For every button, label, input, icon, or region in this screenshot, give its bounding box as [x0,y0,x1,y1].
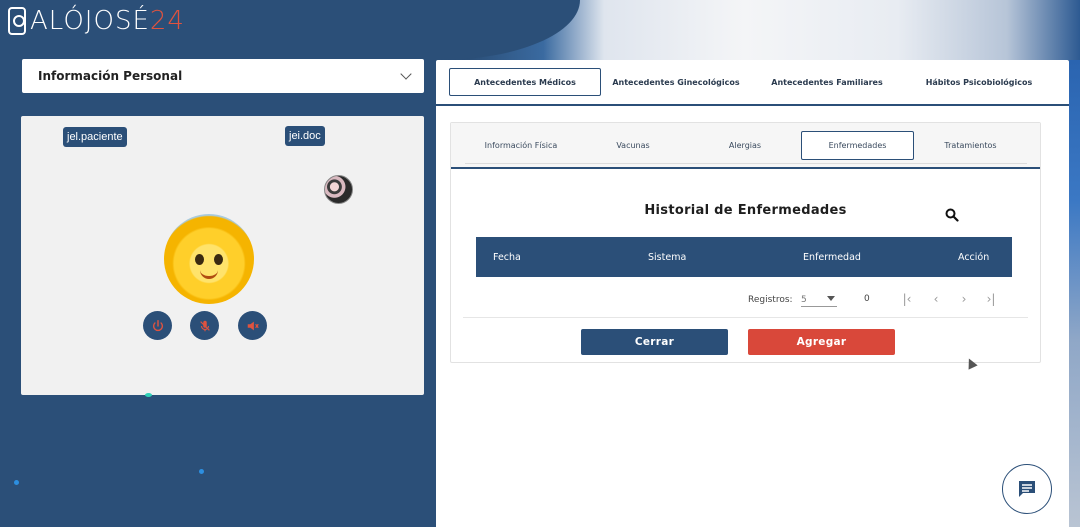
chat-icon [1019,481,1035,497]
sub-tabs-bar: Información Física Vacunas Alergias Enfe… [451,123,1040,169]
records-count: 0 [864,294,870,304]
paginator: Registros: 5 0 |‹ ‹ › ›| [476,292,1012,311]
speaker-off-icon [247,321,259,330]
add-button[interactable]: Agregar [748,329,895,355]
tab-tratamientos[interactable]: Tratamientos [914,131,1027,160]
patient-avatar [164,214,254,304]
avatar-eye [214,254,223,265]
avatar-mouth [200,270,218,279]
tab-informacion-fisica[interactable]: Información Física [465,131,577,160]
column-header-enfermedad[interactable]: Enfermedad [803,252,861,263]
stethoscope-phone-icon [8,7,26,35]
column-header-sistema[interactable]: Sistema [648,252,686,263]
tab-antecedentes-familiares[interactable]: Antecedentes Familiares [751,68,903,96]
next-page-icon[interactable]: › [957,292,971,306]
history-table-header: Fecha Sistema Enfermedad Acción [476,237,1012,277]
tabs-underline [436,104,1069,106]
chevron-down-icon [400,68,412,80]
mic-off-icon [199,320,210,331]
sub-tabs-divider [465,163,1027,164]
end-call-button[interactable] [143,311,172,340]
app-logo[interactable]: ALÓJOSÉ24 [8,6,185,36]
doctor-tag: jei.doc [285,126,325,146]
decorative-dot [145,393,152,397]
main-tabs: Antecedentes Médicos Antecedentes Gineco… [449,68,1069,98]
mute-mic-button[interactable] [190,311,219,340]
power-icon [152,319,163,331]
video-call-panel: jel.paciente jei.doc [21,116,424,395]
doctor-video-thumbnail[interactable] [324,175,353,204]
medical-history-panel: Antecedentes Médicos Antecedentes Gineco… [436,60,1069,527]
tab-habitos-psicobiologicos[interactable]: Hábitos Psicobiológicos [903,68,1055,96]
search-icon[interactable] [945,208,959,222]
diseases-card: Información Física Vacunas Alergias Enfe… [450,122,1041,363]
last-page-icon[interactable]: ›| [984,292,998,306]
personal-info-select[interactable]: Información Personal [22,59,424,93]
sub-tabs: Información Física Vacunas Alergias Enfe… [465,131,1027,160]
page-size-select[interactable]: 5 [801,293,837,307]
tab-antecedentes-ginecologicos[interactable]: Antecedentes Ginecológicos [601,68,751,96]
chat-button[interactable] [1002,464,1052,514]
close-button[interactable]: Cerrar [581,329,728,355]
tab-antecedentes-medicos[interactable]: Antecedentes Médicos [449,68,601,96]
column-header-fecha[interactable]: Fecha [493,252,521,263]
first-page-icon[interactable]: |‹ [900,292,914,306]
mute-speaker-button[interactable] [238,311,267,340]
logo-text: ALÓJOSÉ24 [30,6,185,36]
column-header-accion: Acción [958,251,990,263]
tab-enfermedades[interactable]: Enfermedades [801,131,914,160]
decorative-dot [14,480,19,485]
decorative-dot [199,469,204,474]
tab-vacunas[interactable]: Vacunas [577,131,689,160]
card-divider [463,317,1028,318]
patient-tag: jel.paciente [63,127,127,147]
right-background-strip [1069,60,1080,527]
avatar-eye [195,254,204,265]
personal-info-select-label: Información Personal [38,69,183,83]
prev-page-icon[interactable]: ‹ [929,292,943,306]
page-size-label: Registros: [748,295,793,305]
tab-alergias[interactable]: Alergias [689,131,801,160]
